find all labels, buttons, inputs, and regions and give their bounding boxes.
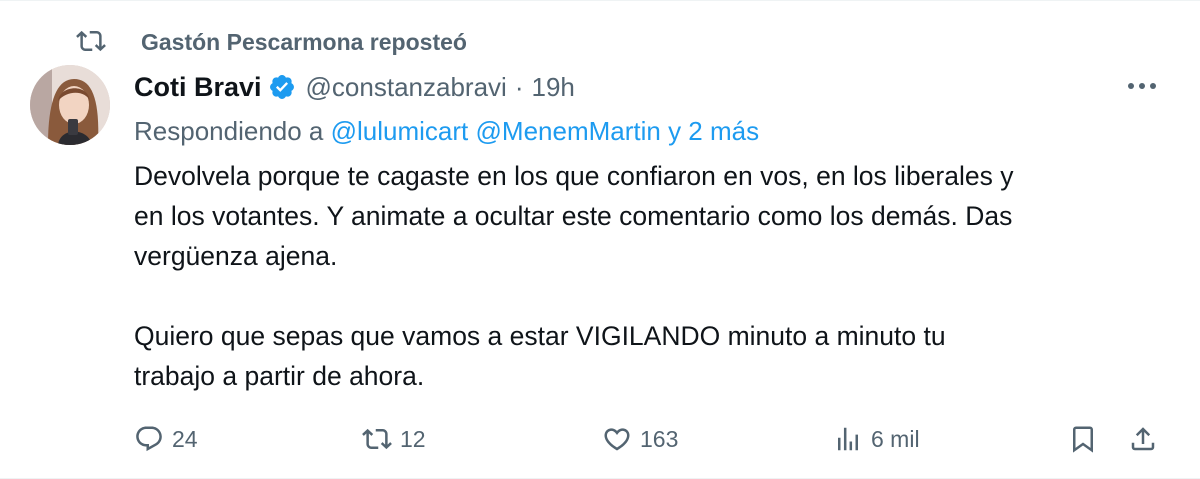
display-name[interactable]: Coti Bravi xyxy=(134,72,262,103)
heart-icon xyxy=(604,428,630,451)
bookmark-icon xyxy=(1073,426,1093,453)
views-button[interactable]: 6 mil xyxy=(833,419,920,459)
repost-icon xyxy=(362,428,392,450)
author-handle[interactable]: @constanzabravi xyxy=(306,72,507,103)
share-button[interactable] xyxy=(1128,419,1158,459)
repost-button[interactable]: 12 xyxy=(362,419,426,459)
reply-button[interactable]: 24 xyxy=(134,419,198,459)
text-line: trabajo a partir de ahora. xyxy=(134,361,425,391)
more-options-button[interactable] xyxy=(1122,71,1162,101)
like-button[interactable]: 163 xyxy=(602,419,678,459)
share-icon xyxy=(1131,427,1155,451)
mention-link[interactable]: @lulumicart xyxy=(331,116,469,146)
mention-link[interactable]: @MenemMartin xyxy=(476,116,661,146)
action-bar: 24 12 163 6 mil xyxy=(0,419,1200,459)
text-line: vergüenza ajena. xyxy=(134,241,338,271)
text-line: Devolvela porque te cagaste en los que c… xyxy=(134,161,1014,191)
more-icon xyxy=(1128,83,1156,89)
reply-count: 24 xyxy=(172,425,198,452)
text-line: Quiero que sepas que vamos a estar VIGIL… xyxy=(134,321,946,351)
like-count: 163 xyxy=(640,425,679,452)
view-count: 6 mil xyxy=(871,425,920,452)
verified-badge-icon[interactable] xyxy=(268,73,296,101)
repost-context xyxy=(76,25,106,57)
repost-count: 12 xyxy=(400,425,426,452)
more-mentions-link[interactable]: y 2 más xyxy=(668,116,759,146)
avatar[interactable] xyxy=(30,65,110,145)
text-line: en los votantes. Y animate a ocultar est… xyxy=(134,201,1013,231)
post-time[interactable]: 19h xyxy=(531,72,574,103)
tweet-header: Coti Bravi @constanzabravi · 19h xyxy=(134,67,575,107)
tweet-text: Devolvela porque te cagaste en los que c… xyxy=(134,156,1174,396)
bookmark-button[interactable] xyxy=(1068,419,1098,459)
tweet[interactable]: Gastón Pescarmona reposteó Coti Bravi @c… xyxy=(0,0,1200,479)
replying-to: Respondiendo a @lulumicart @MenemMartin … xyxy=(134,115,759,147)
repost-label[interactable]: Gastón Pescarmona reposteó xyxy=(141,27,467,57)
repost-icon xyxy=(76,30,106,52)
replying-prefix: Respondiendo a xyxy=(134,116,324,146)
avatar-photo xyxy=(30,65,110,145)
separator-dot: · xyxy=(514,71,524,102)
analytics-icon xyxy=(838,427,858,451)
reply-icon xyxy=(136,426,162,452)
